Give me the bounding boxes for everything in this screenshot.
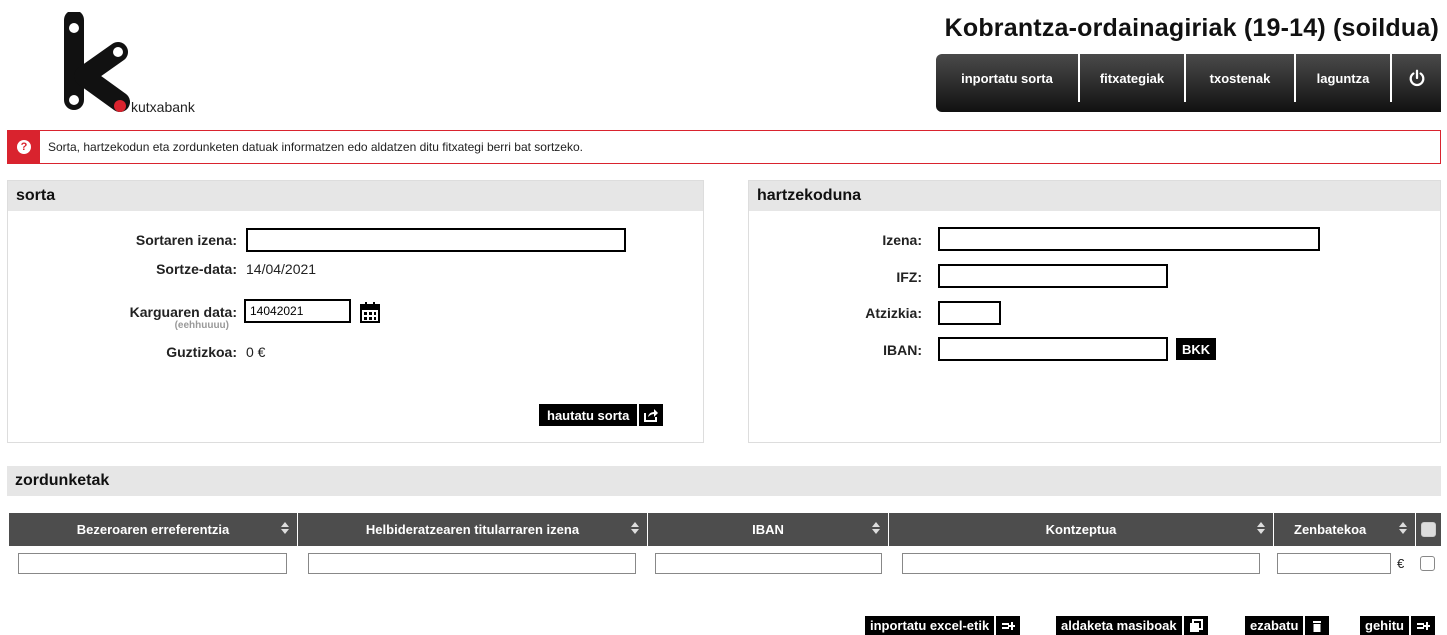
total-value: 0 € [246, 344, 266, 360]
bkk-label: BKK [1182, 341, 1211, 357]
sort-icon [631, 522, 639, 537]
calendar-icon[interactable] [360, 301, 380, 323]
suffix-label: Atzizkia: [865, 305, 922, 321]
amount-input[interactable] [1277, 553, 1391, 574]
column-amount[interactable]: Zenbatekoa [1274, 513, 1416, 546]
sorta-panel: sorta Sortaren izena: Sortze-data: 14/04… [7, 180, 704, 443]
creation-date-value: 14/04/2021 [246, 261, 317, 277]
batch-name-label: Sortaren izena: [135, 232, 237, 248]
customer-reference-input[interactable] [18, 553, 287, 574]
info-flag: ? [8, 131, 40, 163]
nav-import-batch[interactable]: inportatu sorta [936, 54, 1080, 102]
currency-symbol: € [1397, 556, 1405, 571]
creditor-name-input[interactable] [938, 227, 1320, 251]
column-label: IBAN [752, 522, 784, 537]
creditor-panel-title: hartzekoduna [749, 181, 1440, 211]
nav-reports[interactable]: txostenak [1186, 54, 1296, 102]
creditor-name-label: Izena: [882, 232, 922, 248]
iban-row-input[interactable] [655, 553, 882, 574]
export-icon [637, 404, 663, 426]
column-label: Kontzeptua [1045, 522, 1117, 537]
copy-icon [1181, 616, 1208, 635]
sort-icon [281, 522, 289, 537]
import-list-icon [994, 616, 1020, 635]
iban-label: IBAN: [883, 342, 922, 358]
select-batch-label: hautatu sorta [547, 407, 630, 423]
nav-label: inportatu sorta [961, 70, 1053, 86]
sort-icon [1257, 522, 1265, 537]
column-concept[interactable]: Kontzeptua [889, 513, 1274, 546]
page: kutxabank Kobrantza-ordainagiriak (19-14… [0, 0, 1447, 635]
charge-date-input[interactable] [244, 299, 351, 323]
delete-label: ezabatu [1250, 618, 1299, 633]
question-icon: ? [17, 140, 31, 154]
sort-icon [1399, 522, 1407, 537]
charge-date-label: Karguaren data: [129, 304, 237, 320]
delete-button[interactable]: ezabatu [1245, 616, 1330, 635]
add-label: gehitu [1365, 618, 1404, 633]
creation-date-label: Sortze-data: [156, 261, 237, 277]
charge-date-hint: (eehhuuuu) [174, 320, 229, 331]
iban-input[interactable] [938, 337, 1168, 361]
import-excel-button[interactable]: inportatu excel-etik [865, 616, 1021, 635]
ifz-input[interactable] [938, 264, 1168, 288]
info-banner: ? Sorta, hartzekodun eta zordunketen dat… [7, 130, 1441, 164]
sorta-panel-title: sorta [8, 181, 703, 211]
column-iban[interactable]: IBAN [648, 513, 889, 546]
logout-button[interactable] [1392, 54, 1441, 102]
brand-name: kutxabank [131, 99, 195, 115]
debits-title: zordunketak [7, 466, 1441, 496]
nav-label: txostenak [1209, 70, 1271, 86]
page-title: Kobrantza-ordainagiriak (19-14) (soildua… [944, 14, 1439, 42]
holder-name-input[interactable] [308, 553, 636, 574]
nav-label: laguntza [1316, 70, 1370, 86]
nav-label: fitxategiak [1099, 70, 1165, 86]
bulk-changes-button[interactable]: aldaketa masiboak [1056, 616, 1208, 635]
nav-files[interactable]: fitxategiak [1080, 54, 1186, 102]
creditor-panel: hartzekoduna Izena: IFZ: Atzizkia: IBAN:… [748, 180, 1441, 443]
ifz-label: IFZ: [896, 269, 922, 285]
column-label: Helbideratzearen titularraren izena [365, 522, 580, 537]
select-all-cell [1416, 513, 1440, 546]
import-excel-label: inportatu excel-etik [870, 618, 990, 633]
suffix-input[interactable] [938, 301, 1001, 325]
select-batch-button[interactable]: hautatu sorta [539, 404, 664, 426]
row-checkbox[interactable] [1420, 556, 1435, 571]
add-list-icon [1409, 616, 1435, 635]
bulk-changes-label: aldaketa masiboak [1061, 618, 1177, 633]
column-customer-reference[interactable]: Bezeroaren erreferentzia [9, 513, 298, 546]
select-all-checkbox[interactable] [1420, 522, 1436, 537]
add-button[interactable]: gehitu [1360, 616, 1435, 635]
info-text: Sorta, hartzekodun eta zordunketen datua… [48, 140, 583, 154]
sort-icon [872, 522, 880, 537]
debits-table-header: Bezeroaren erreferentzia Helbideratzeare… [9, 513, 1441, 546]
concept-input[interactable] [902, 553, 1260, 574]
power-icon [1409, 69, 1424, 87]
column-label: Zenbatekoa [1294, 522, 1367, 537]
bkk-button[interactable]: BKK [1176, 338, 1217, 360]
column-holder-name[interactable]: Helbideratzearen titularraren izena [298, 513, 648, 546]
nav-help[interactable]: laguntza [1296, 54, 1392, 102]
top-navigation: inportatu sorta fitxategiak txostenak la… [936, 54, 1441, 112]
column-label: Bezeroaren erreferentzia [76, 522, 230, 537]
trash-icon [1303, 616, 1329, 635]
total-label: Guztizkoa: [166, 344, 237, 360]
batch-name-input[interactable] [246, 228, 626, 252]
